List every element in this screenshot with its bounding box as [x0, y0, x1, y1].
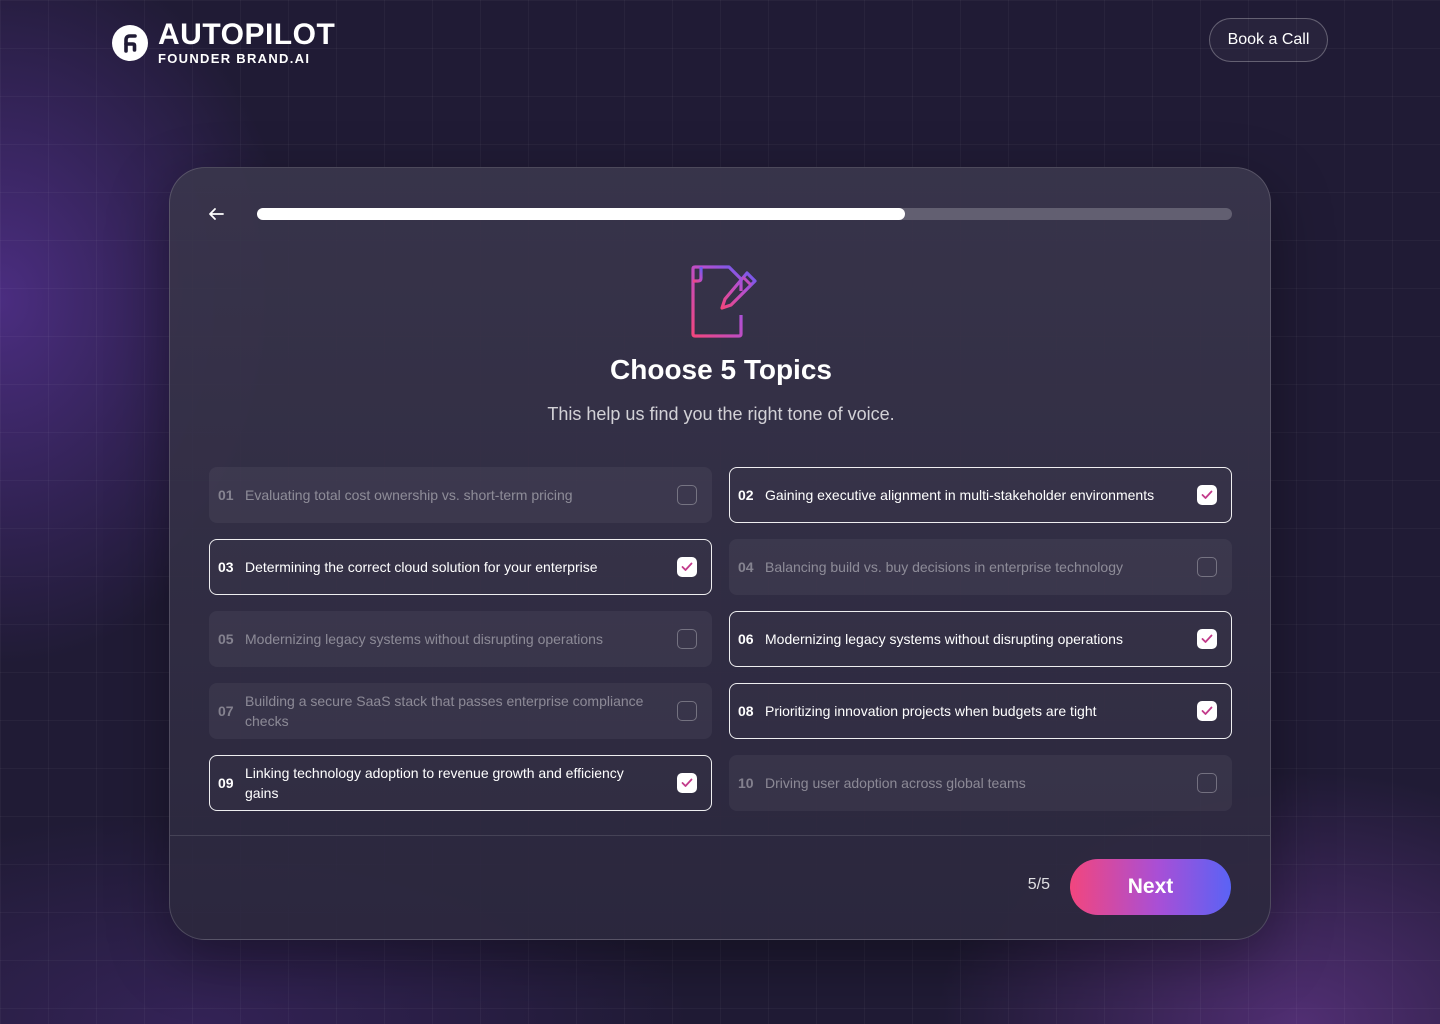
arrow-left-icon	[209, 208, 224, 220]
topic-number: 09	[218, 775, 234, 791]
page-subtitle: This help us find you the right tone of …	[547, 404, 895, 424]
topic-option[interactable]: 02 Gaining executive alignment in multi-s…	[729, 467, 1232, 523]
topic-number: 08	[738, 703, 754, 719]
topic-checkbox[interactable]	[677, 773, 697, 793]
check-icon	[1201, 706, 1213, 715]
topic-number: 03	[218, 559, 234, 575]
topic-checkbox[interactable]	[1197, 773, 1217, 793]
progress-fill	[257, 208, 906, 220]
divider	[170, 835, 1270, 836]
topic-option[interactable]: 05 Modernizing legacy systems without dis…	[209, 611, 712, 667]
topic-checkbox[interactable]	[677, 485, 697, 505]
topic-label: Driving user adoption across global team…	[765, 775, 1026, 791]
topic-label: Balancing build vs. buy decisions in ent…	[765, 559, 1123, 575]
topic-selection-card: Choose 5 Topics This help us find you th…	[169, 167, 1271, 940]
topic-checkbox[interactable]	[677, 629, 697, 649]
topic-number: 02	[738, 487, 754, 503]
topic-option[interactable]: 07 Building a secure SaaS stack that pass…	[209, 683, 712, 739]
check-icon	[681, 562, 693, 571]
topic-checkbox[interactable]	[1197, 629, 1217, 649]
topic-label: Linking technology adoption to revenue g…	[245, 765, 624, 801]
selection-counter: 5/5	[1027, 876, 1050, 893]
topic-checkbox[interactable]	[677, 557, 697, 577]
topic-number: 01	[218, 487, 234, 503]
topic-list: 01 Evaluating total cost ownership vs. sh…	[209, 467, 1232, 811]
founderbrand-logo-icon	[112, 24, 148, 61]
topic-checkbox[interactable]	[1197, 557, 1217, 577]
topic-label: Modernizing legacy systems without disru…	[245, 631, 603, 647]
topic-option[interactable]: 08 Prioritizing innovation projects when …	[729, 683, 1232, 739]
next-button[interactable]: Next	[1070, 859, 1231, 915]
check-icon	[1201, 490, 1213, 499]
back-button[interactable]	[204, 202, 228, 226]
topic-option[interactable]: 01 Evaluating total cost ownership vs. sh…	[209, 467, 712, 523]
topic-number: 06	[738, 631, 754, 647]
book-call-button[interactable]: Book a Call	[1209, 18, 1328, 62]
topic-option[interactable]: 10 Driving user adoption across global te…	[729, 755, 1232, 811]
document-pencil-icon	[681, 261, 761, 341]
topic-number: 04	[738, 559, 754, 575]
check-icon	[1201, 634, 1213, 643]
topic-number: 07	[218, 703, 234, 719]
topic-option[interactable]: 03 Determining the correct cloud solution…	[209, 539, 712, 595]
topic-checkbox[interactable]	[1197, 485, 1217, 505]
topic-option[interactable]: 09 Linking technology adoption to revenue…	[209, 755, 712, 811]
topic-label: Building a secure SaaS stack that passes…	[245, 693, 644, 729]
topic-number: 10	[738, 775, 754, 791]
topic-checkbox[interactable]	[677, 701, 697, 721]
logo[interactable]: AUTOPILOT FOUNDER BRAND.AI	[112, 20, 335, 65]
check-icon	[681, 778, 693, 787]
topic-label: Modernizing legacy systems without disru…	[765, 631, 1123, 647]
page-title: Choose 5 Topics	[610, 354, 832, 385]
topic-number: 05	[218, 631, 234, 647]
topic-checkbox[interactable]	[1197, 701, 1217, 721]
progress-bar	[257, 208, 1232, 220]
logo-title: AUTOPILOT	[158, 18, 336, 51]
topic-label: Evaluating total cost ownership vs. shor…	[245, 487, 573, 503]
topic-label: Prioritizing innovation projects when bu…	[765, 703, 1097, 719]
topic-option[interactable]: 06 Modernizing legacy systems without dis…	[729, 611, 1232, 667]
topic-option[interactable]: 04 Balancing build vs. buy decisions in e…	[729, 539, 1232, 595]
topic-label: Gaining executive alignment in multi-sta…	[765, 487, 1155, 503]
topic-label: Determining the correct cloud solution f…	[245, 559, 598, 575]
logo-subtitle: FOUNDER BRAND.AI	[158, 51, 311, 66]
